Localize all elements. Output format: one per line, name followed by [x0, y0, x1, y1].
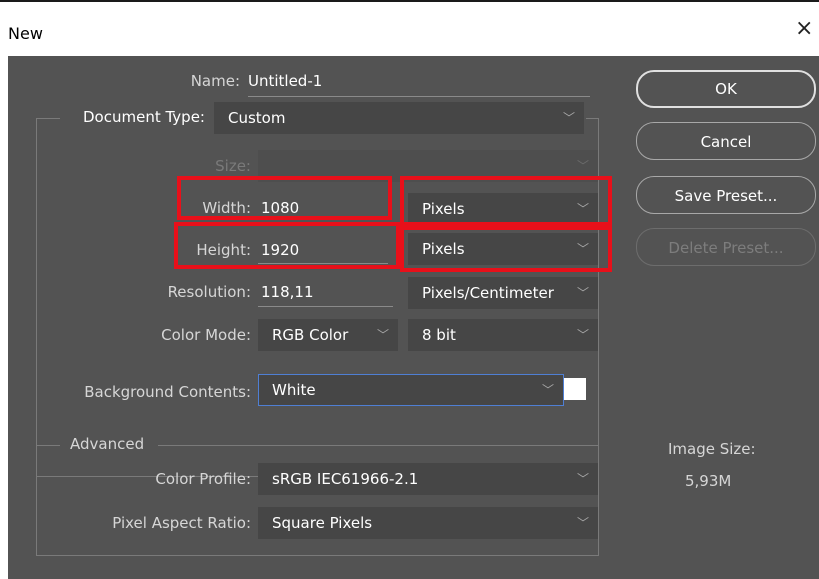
- bit-depth-select[interactable]: 8 bit ﹀: [408, 319, 598, 351]
- color-profile-value: sRGB IEC61966-2.1: [272, 470, 419, 488]
- chevron-down-icon: ﹀: [576, 516, 589, 530]
- color-profile-label: Color Profile:: [155, 470, 251, 488]
- pixel-aspect-ratio-value: Square Pixels: [272, 514, 373, 532]
- color-mode-label: Color Mode:: [161, 326, 251, 344]
- highlight-width-unit: [400, 176, 612, 226]
- advanced-border-right: [598, 445, 599, 555]
- background-contents-label: Background Contents:: [84, 383, 251, 401]
- chevron-down-icon: ﹀: [576, 472, 589, 486]
- resolution-unit-value: Pixels/Centimeter: [422, 284, 554, 302]
- document-type-value: Custom: [228, 109, 286, 127]
- background-color-swatch[interactable]: [564, 378, 586, 400]
- advanced-group-title: Advanced: [70, 435, 145, 453]
- chevron-down-icon: ﹀: [576, 286, 589, 300]
- window-title: New: [8, 24, 43, 43]
- pixel-aspect-ratio-select[interactable]: Square Pixels ﹀: [258, 507, 598, 539]
- close-icon[interactable]: ×: [795, 18, 813, 40]
- name-underline: [248, 96, 590, 97]
- chevron-down-icon: ﹀: [376, 328, 389, 342]
- background-contents-select[interactable]: White ﹀: [258, 374, 564, 406]
- document-type-label: Document Type:: [83, 108, 205, 126]
- highlight-height-unit: [400, 226, 612, 272]
- image-size-value: 5,93M: [685, 472, 732, 490]
- bit-depth-value: 8 bit: [422, 326, 456, 344]
- new-document-dialog: Name: Untitled-1 Document Type: Custom ﹀…: [8, 56, 819, 579]
- pixel-aspect-ratio-label: Pixel Aspect Ratio:: [112, 514, 251, 532]
- color-mode-select[interactable]: RGB Color ﹀: [258, 319, 398, 351]
- chevron-down-icon: ﹀: [562, 111, 575, 125]
- name-label: Name:: [190, 72, 240, 90]
- group-border-left: [36, 118, 37, 476]
- advanced-border-left: [36, 445, 37, 555]
- chevron-down-icon: ﹀: [541, 383, 554, 397]
- resolution-underline: [258, 306, 393, 307]
- highlight-width-field: [177, 176, 392, 220]
- delete-preset-button: Delete Preset...: [636, 228, 816, 266]
- document-type-select[interactable]: Custom ﹀: [214, 102, 584, 134]
- resolution-label: Resolution:: [167, 283, 251, 301]
- resolution-unit-select[interactable]: Pixels/Centimeter ﹀: [408, 277, 598, 309]
- group-border-right: [598, 118, 599, 476]
- name-input[interactable]: Untitled-1: [248, 72, 322, 90]
- resolution-input[interactable]: 118,11: [261, 283, 314, 301]
- ok-button[interactable]: OK: [636, 70, 816, 108]
- advanced-border-top-left: [36, 445, 60, 446]
- chevron-down-icon: ﹀: [576, 328, 589, 342]
- group-border-top-left: [36, 118, 60, 119]
- highlight-height-field: [174, 222, 400, 269]
- cancel-button[interactable]: Cancel: [636, 122, 816, 160]
- image-size-label: Image Size:: [668, 440, 756, 458]
- save-preset-button[interactable]: Save Preset...: [636, 176, 816, 214]
- advanced-border-bottom: [36, 555, 599, 556]
- color-mode-value: RGB Color: [272, 326, 349, 344]
- group-border-top-right: [586, 118, 599, 119]
- advanced-border-top-right: [158, 445, 599, 446]
- size-label: Size:: [215, 157, 251, 175]
- color-profile-select[interactable]: sRGB IEC61966-2.1 ﹀: [258, 463, 598, 495]
- background-contents-value: White: [272, 381, 316, 399]
- title-bar: New ×: [0, 2, 819, 46]
